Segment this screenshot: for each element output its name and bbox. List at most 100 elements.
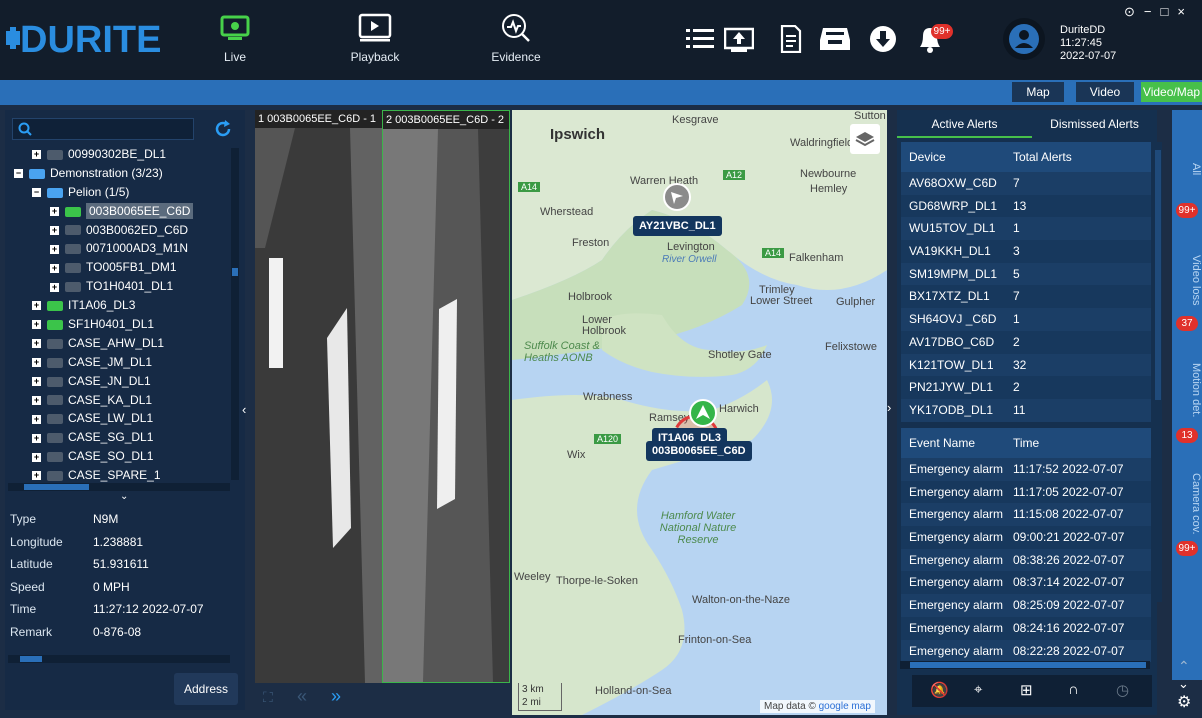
table-row[interactable]: SM19MPM_DL1 5 bbox=[901, 262, 1151, 286]
expand-toggle-icon[interactable]: + bbox=[32, 339, 41, 349]
prev-icon[interactable]: « bbox=[297, 686, 307, 707]
collapse-right-icon[interactable]: › bbox=[887, 400, 891, 415]
settings-window-icon[interactable]: ⊙ bbox=[1124, 4, 1135, 20]
video-channel-2[interactable]: 2 003B0065EE_C6D - 2 bbox=[382, 110, 510, 683]
expand-toggle-icon[interactable]: + bbox=[32, 395, 41, 405]
expand-toggle-icon[interactable]: + bbox=[32, 452, 41, 462]
tab-active-alerts[interactable]: Active Alerts bbox=[897, 110, 1032, 138]
expand-toggle-icon[interactable]: + bbox=[32, 433, 41, 443]
filter-icon[interactable]: ⊞ bbox=[1020, 681, 1033, 699]
nav-playback[interactable]: Playback bbox=[340, 12, 410, 76]
collapse-icon[interactable]: ⌄ bbox=[1178, 676, 1189, 692]
tree-item[interactable]: + IT1A06_DL3 bbox=[8, 296, 230, 315]
table-row[interactable]: Emergency alarm 08:24:16 2022-07-07 bbox=[901, 616, 1151, 640]
table-row[interactable]: Emergency alarm 08:22:28 2022-07-07 bbox=[901, 639, 1151, 663]
expand-toggle-icon[interactable]: + bbox=[50, 207, 59, 216]
collapse-chevron-icon[interactable]: ⌄ bbox=[120, 491, 128, 502]
tree-hscrollbar[interactable] bbox=[8, 483, 230, 491]
locate-icon[interactable]: ⌖ bbox=[974, 681, 982, 698]
settings-icon[interactable]: ⚙ bbox=[1177, 692, 1191, 712]
expand-toggle-icon[interactable]: + bbox=[32, 150, 41, 160]
expand-toggle-icon[interactable]: + bbox=[50, 244, 59, 254]
tree-item[interactable]: +003B0062ED_C6D bbox=[8, 221, 230, 240]
layout-icon[interactable]: ⛶ bbox=[263, 689, 273, 706]
collapse-left-icon[interactable]: ‹ bbox=[242, 402, 246, 417]
expand-toggle-icon[interactable]: + bbox=[50, 263, 59, 273]
expand-icon[interactable]: ⌃ bbox=[1178, 658, 1190, 675]
table-row[interactable]: GD68WRP_DL1 13 bbox=[901, 194, 1151, 218]
address-button[interactable]: Address bbox=[174, 673, 238, 705]
tree-item[interactable]: + CASE_AHW_DL1 bbox=[8, 334, 230, 353]
map-view[interactable]: Ipswich Kesgrave Sutton Waldringfield Ne… bbox=[512, 110, 887, 715]
tab-video[interactable]: Video bbox=[1076, 82, 1134, 102]
table-row[interactable]: Emergency alarm 08:37:14 2022-07-07 bbox=[901, 571, 1151, 595]
google-link[interactable]: google map bbox=[819, 701, 871, 712]
tree-item[interactable]: +0071000AD3_M1N bbox=[8, 239, 230, 258]
tab-map[interactable]: Map bbox=[1012, 82, 1064, 102]
nav-evidence[interactable]: Evidence bbox=[481, 12, 551, 76]
device-search-input[interactable] bbox=[12, 118, 194, 140]
maximize-icon[interactable]: □ bbox=[1161, 4, 1169, 20]
minimize-icon[interactable]: − bbox=[1144, 4, 1152, 20]
tree-item[interactable]: + CASE_SO_DL1 bbox=[8, 447, 230, 466]
map-layers-button[interactable] bbox=[850, 124, 880, 154]
table-row[interactable]: AV68OXW_C6D 7 bbox=[901, 172, 1151, 195]
expand-toggle-icon[interactable]: + bbox=[50, 225, 59, 235]
table-row[interactable]: Emergency alarm 11:15:08 2022-07-07 bbox=[901, 503, 1151, 527]
expand-toggle-icon[interactable]: + bbox=[32, 301, 41, 311]
expand-toggle-icon[interactable]: + bbox=[32, 414, 41, 424]
close-icon[interactable]: × bbox=[1177, 4, 1185, 20]
vehicle-tag[interactable]: 003B0065EE_C6D bbox=[646, 441, 752, 461]
tree-item[interactable]: + CASE_SG_DL1 bbox=[8, 428, 230, 447]
history-icon[interactable]: ◷ bbox=[1116, 681, 1129, 699]
upload-icon[interactable] bbox=[722, 22, 756, 56]
tree-item[interactable]: + CASE_JM_DL1 bbox=[8, 353, 230, 372]
expand-toggle-icon[interactable]: + bbox=[32, 320, 41, 330]
table-row[interactable]: K121TOW_DL1 32 bbox=[901, 353, 1151, 377]
tree-item[interactable]: + TO005FB1_DM1 bbox=[8, 258, 230, 277]
vehicle-marker-gray[interactable] bbox=[662, 182, 692, 212]
table-row[interactable]: AV17DBO_C6D 2 bbox=[901, 330, 1151, 354]
tree-item[interactable]: +003B0065EE_C6D bbox=[8, 202, 230, 221]
props-hscrollbar[interactable] bbox=[8, 655, 230, 663]
tree-item[interactable]: − Demonstration (3/23) bbox=[8, 164, 230, 183]
expand-toggle-icon[interactable]: + bbox=[32, 377, 41, 387]
expand-toggle-icon[interactable]: + bbox=[50, 282, 59, 292]
inbox-icon[interactable] bbox=[818, 22, 852, 56]
expand-toggle-icon[interactable]: − bbox=[14, 169, 23, 179]
expand-toggle-icon[interactable]: + bbox=[32, 358, 41, 368]
table-row[interactable]: PN21JYW_DL1 2 bbox=[901, 376, 1151, 399]
alerts-scrollbar[interactable] bbox=[1154, 142, 1162, 602]
tree-scrollbar[interactable] bbox=[231, 148, 239, 480]
table-row[interactable]: WU15TOV_DL1 1 bbox=[901, 217, 1151, 241]
table-row[interactable]: Emergency alarm 08:38:26 2022-07-07 bbox=[901, 548, 1151, 572]
tab-dismissed-alerts[interactable]: Dismissed Alerts bbox=[1037, 110, 1152, 138]
mute-icon[interactable]: 🔕 bbox=[930, 681, 949, 699]
download-icon[interactable] bbox=[866, 22, 900, 56]
headset-icon[interactable]: ∩ bbox=[1068, 681, 1079, 698]
side-tab-camera[interactable]: Camera cov. bbox=[1172, 468, 1202, 540]
events-hscrollbar[interactable] bbox=[900, 661, 1150, 669]
video-channel-1[interactable]: 1 003B0065EE_C6D - 1 bbox=[255, 110, 382, 683]
refresh-icon[interactable] bbox=[213, 119, 233, 139]
avatar[interactable] bbox=[1003, 18, 1045, 60]
vehicle-marker-green[interactable] bbox=[688, 398, 718, 428]
expand-toggle-icon[interactable]: + bbox=[32, 471, 41, 481]
table-row[interactable]: SH64OVJ _C6D 1 bbox=[901, 308, 1151, 331]
tab-video-map[interactable]: Video/Map bbox=[1141, 82, 1202, 102]
tree-item[interactable]: + CASE_JN_DL1 bbox=[8, 372, 230, 391]
table-row[interactable]: Emergency alarm 08:25:09 2022-07-07 bbox=[901, 594, 1151, 617]
table-row[interactable]: YK17ODB_DL1 11 bbox=[901, 398, 1151, 422]
side-tab-all[interactable]: All bbox=[1172, 154, 1202, 184]
report-icon[interactable] bbox=[774, 22, 808, 56]
tree-item[interactable]: + CASE_LW_DL1 bbox=[8, 409, 230, 428]
table-row[interactable]: Emergency alarm 09:00:21 2022-07-07 bbox=[901, 526, 1151, 549]
tree-item[interactable]: + SF1H0401_DL1 bbox=[8, 315, 230, 334]
table-row[interactable]: Emergency alarm 11:17:52 2022-07-07 bbox=[901, 458, 1151, 481]
tree-item[interactable]: − Pelion (1/5) bbox=[8, 183, 230, 202]
side-tab-motion[interactable]: Motion det. bbox=[1172, 360, 1202, 420]
vehicle-tag[interactable]: AY21VBC_DL1 bbox=[633, 216, 722, 236]
list-icon[interactable] bbox=[683, 22, 717, 56]
next-icon[interactable]: » bbox=[331, 686, 341, 707]
expand-toggle-icon[interactable]: − bbox=[32, 188, 41, 198]
